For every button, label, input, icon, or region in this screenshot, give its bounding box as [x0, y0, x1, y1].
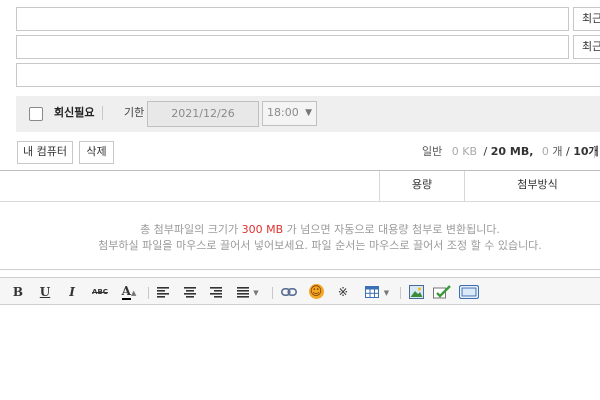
deadline-time-value: 18:00 [267, 106, 299, 119]
align-caret-icon: ▼ [253, 289, 259, 297]
subject-input[interactable] [16, 63, 600, 87]
toolbar-separator [148, 287, 149, 299]
spellcheck-icon[interactable] [432, 278, 452, 306]
emoticon-glyph: ☺ [308, 284, 324, 299]
recent-cc-button[interactable]: 최근 [573, 35, 600, 59]
max-size: 20 MB, [490, 145, 534, 158]
special-char-icon[interactable]: ※ [334, 278, 352, 306]
editor-body[interactable] [0, 305, 600, 400]
bold-button[interactable]: B [10, 278, 26, 306]
align-left-icon[interactable] [155, 278, 171, 306]
table-icon[interactable]: ▼ [360, 278, 394, 306]
font-color-caret-icon: ▲ [130, 289, 137, 297]
attachment-quota: 일반 0 KB / 20 MB, 0 개 / 10개 [422, 144, 599, 160]
size-separator: / [483, 145, 488, 158]
size-notice: 총 첨부파일의 크기가 300 MB 가 넘으면 자동으로 대용량 첨부로 변환… [0, 221, 600, 238]
underline-button[interactable]: U [37, 278, 53, 306]
recent-recipients-button[interactable]: 최근 [573, 7, 600, 31]
toolbar-separator [400, 287, 401, 299]
quota-divider [594, 147, 595, 158]
strikethrough-button[interactable]: ABC [89, 278, 111, 306]
column-method-header: 첨부방식 [517, 178, 558, 191]
my-computer-button[interactable]: 내 컴퓨터 [17, 141, 73, 164]
font-color-icon: A [121, 284, 131, 300]
chevron-down-icon: ▼ [305, 108, 312, 118]
align-right-icon[interactable] [208, 278, 224, 306]
emoticon-icon[interactable]: ☺ [306, 278, 326, 306]
used-size: 0 KB [451, 145, 478, 158]
toolbar-separator [272, 287, 273, 299]
reply-required-label: 회신필요 [54, 106, 95, 119]
to-input[interactable] [16, 7, 569, 31]
size-notice-highlight: 300 MB [241, 223, 284, 236]
table-caret-icon: ▼ [383, 289, 390, 297]
count-separator: / [566, 145, 570, 158]
drag-notice: 첨부하실 파일을 마우스로 끌어서 넣어보세요. 파일 순서는 마우스로 끌어서… [98, 239, 542, 252]
italic-button[interactable]: I [64, 278, 80, 306]
delete-button[interactable]: 삭제 [79, 141, 114, 164]
image-icon[interactable] [406, 278, 426, 306]
deadline-date-field[interactable]: 2021/12/26 [147, 101, 259, 127]
column-size-header: 용량 [411, 178, 433, 191]
size-notice-post: 가 넘으면 자동으로 대용량 첨부로 변환됩니다. [286, 223, 500, 236]
reply-required-checkbox[interactable] [29, 107, 43, 121]
align-center-icon[interactable] [182, 278, 198, 306]
link-icon[interactable] [280, 278, 298, 306]
normal-label: 일반 [422, 145, 443, 158]
cc-input[interactable] [16, 35, 569, 59]
align-justify-icon[interactable]: ▼ [234, 278, 262, 306]
file-count: 0 [541, 145, 549, 158]
deadline-time-select[interactable]: 18:00 ▼ [262, 101, 317, 126]
file-count-unit: 개 [552, 145, 563, 158]
options-divider [102, 106, 103, 120]
deadline-label: 기한 [124, 106, 145, 119]
font-color-button[interactable]: A▲ [116, 278, 142, 306]
size-notice-pre: 총 첨부파일의 크기가 [140, 223, 239, 236]
fullscreen-icon[interactable] [458, 278, 480, 306]
editor-toolbar: B U I ABC A▲ ▼ ☺ ※ ▼ [0, 277, 600, 305]
